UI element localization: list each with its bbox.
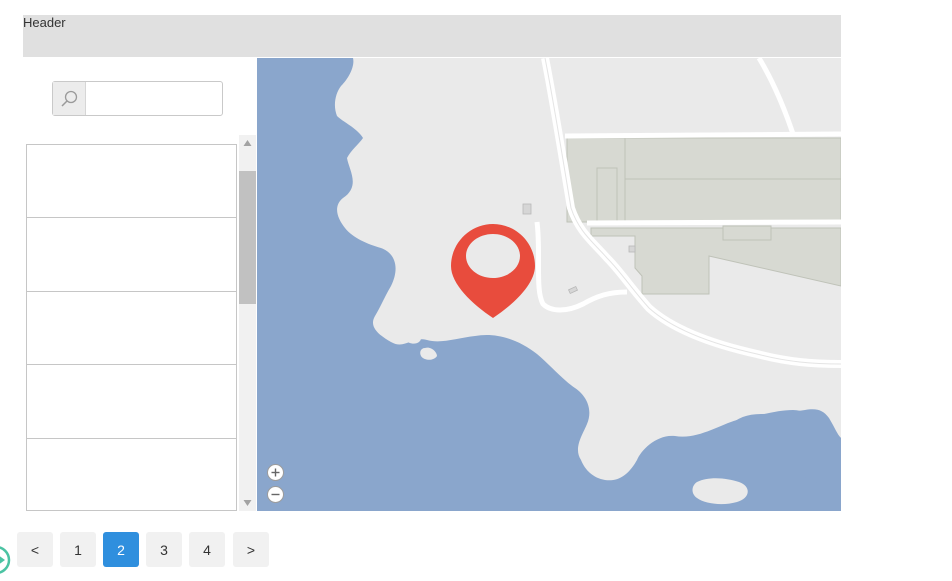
search-input[interactable] [87, 83, 221, 115]
search-icon[interactable] [53, 82, 86, 115]
page-button-2[interactable]: 2 [103, 532, 139, 567]
list-item[interactable] [27, 439, 236, 512]
minus-icon [267, 486, 284, 503]
search-box[interactable] [52, 81, 223, 116]
list-item[interactable] [27, 292, 236, 366]
map-view[interactable] [257, 58, 841, 511]
scrollbar-thumb[interactable] [239, 171, 256, 304]
play-circle-icon[interactable] [0, 544, 12, 576]
prev-page-button[interactable]: < [17, 532, 53, 567]
page-button-3[interactable]: 3 [146, 532, 182, 567]
page-button-4[interactable]: 4 [189, 532, 225, 567]
map-tiles [257, 58, 841, 511]
header: Header [23, 15, 841, 57]
next-page-button[interactable]: > [233, 532, 269, 567]
list-item[interactable] [27, 218, 236, 292]
list-item[interactable] [27, 365, 236, 439]
plus-icon [267, 464, 284, 481]
results-list [26, 144, 237, 511]
list-item[interactable] [27, 145, 236, 219]
zoom-in-button[interactable] [267, 464, 284, 481]
scroll-down-arrow-icon[interactable] [239, 494, 256, 511]
list-scrollbar[interactable] [239, 135, 256, 511]
page-button-1[interactable]: 1 [60, 532, 96, 567]
scroll-up-arrow-icon[interactable] [239, 135, 256, 152]
location-pin-icon[interactable] [450, 222, 540, 320]
header-title: Header [23, 15, 66, 30]
zoom-out-button[interactable] [267, 486, 284, 503]
